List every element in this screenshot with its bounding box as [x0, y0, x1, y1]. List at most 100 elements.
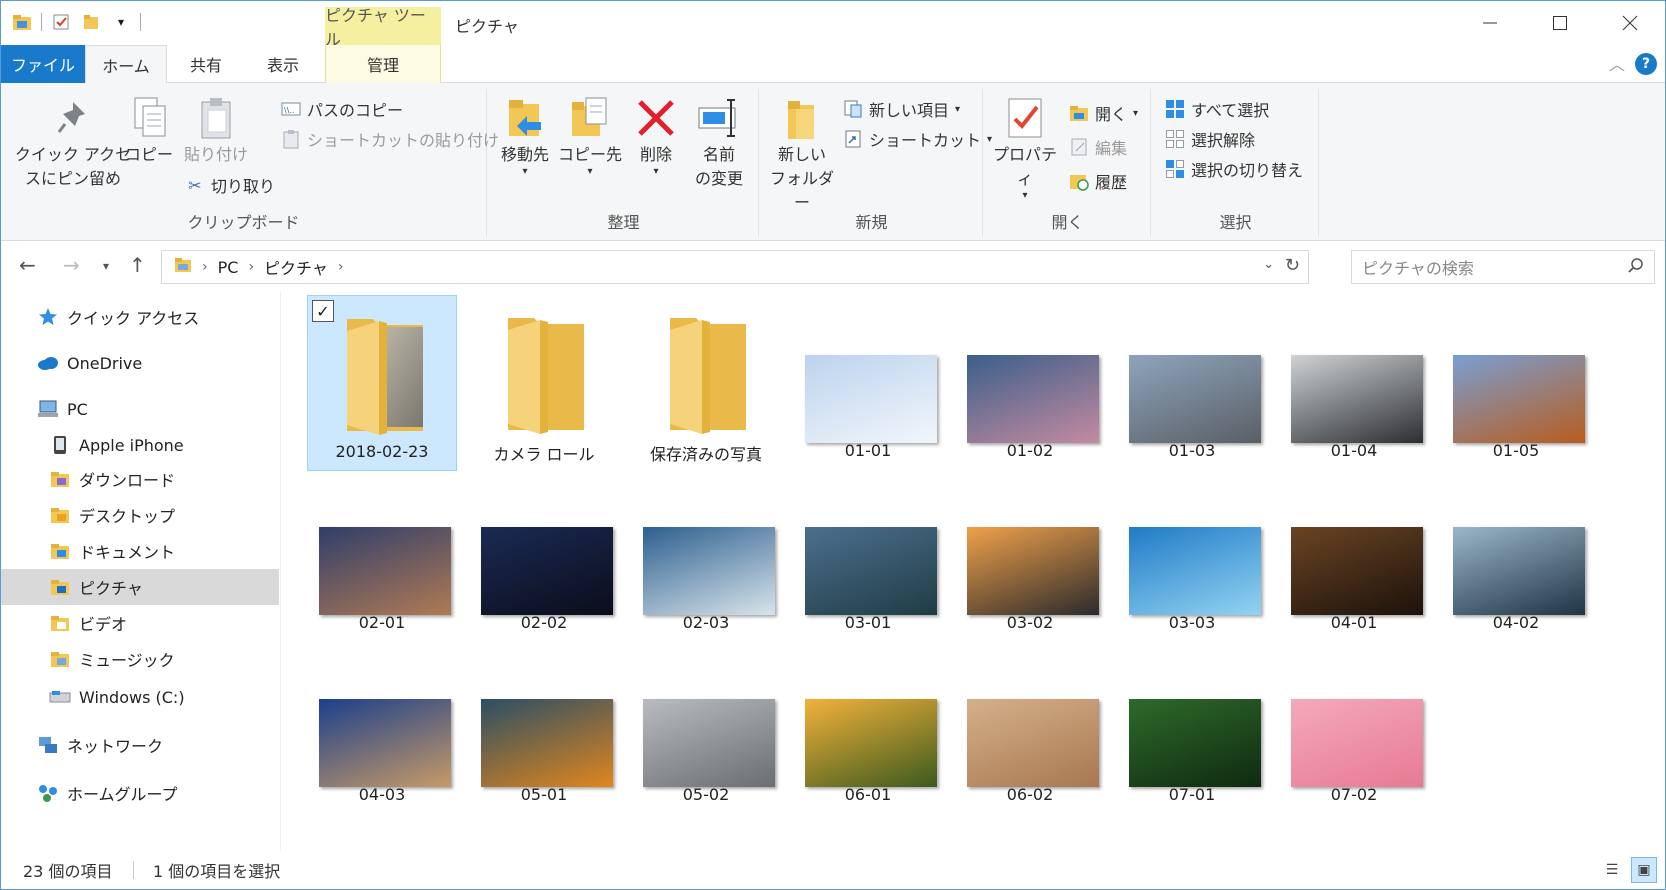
sidebar-item[interactable]: ビデオ — [1, 605, 279, 641]
breadcrumb-chevron-icon[interactable]: › — [248, 259, 254, 275]
image-item[interactable]: 03-02 — [955, 467, 1105, 643]
status-bar: 23 個の項目 1 個の項目を選択 ☰ ▣ — [1, 851, 1665, 889]
folder-item[interactable]: カメラ ロール — [469, 295, 619, 471]
sidebar-item[interactable]: ホームグループ — [1, 775, 279, 811]
sidebar-item[interactable]: PC — [1, 391, 279, 427]
minimize-button[interactable] — [1455, 1, 1525, 45]
sidebar-item-label: ドキュメント — [79, 543, 176, 562]
maximize-button[interactable] — [1525, 1, 1595, 45]
recent-locations-icon[interactable]: ▾ — [103, 259, 109, 273]
image-item[interactable]: 05-02 — [631, 639, 781, 815]
image-thumbnail — [643, 527, 775, 615]
image-item[interactable]: 02-02 — [469, 467, 619, 643]
select-none-button[interactable]: 選択解除 — [1165, 127, 1255, 151]
new-folder-icon[interactable] — [80, 11, 102, 33]
image-item[interactable]: 07-01 — [1117, 639, 1267, 815]
sidebar-item[interactable]: デスクトップ — [1, 497, 279, 533]
refresh-icon[interactable]: ↻ — [1285, 255, 1300, 276]
tab-share[interactable]: 共有 — [171, 45, 241, 83]
cut-button[interactable]: ✂ 切り取り — [185, 173, 275, 197]
image-item[interactable]: 04-03 — [307, 639, 457, 815]
image-item[interactable]: 07-02 — [1279, 639, 1429, 815]
pin-quick-access-button[interactable]: クイック アクセ スにピン留め — [11, 93, 135, 191]
rename-button[interactable]: 名前 の変更 — [685, 93, 753, 191]
sidebar-item[interactable]: ピクチャ — [1, 569, 279, 605]
sidebar-item[interactable]: クイック アクセス — [1, 299, 279, 335]
open-button[interactable]: 開く ▾ — [1069, 101, 1138, 125]
image-thumbnail — [1129, 527, 1261, 615]
image-item[interactable]: 01-04 — [1279, 295, 1429, 471]
sidebar-item[interactable]: ダウンロード — [1, 461, 279, 497]
delete-button[interactable]: 削除 ▾ — [631, 93, 681, 177]
forward-icon[interactable]: → — [63, 253, 80, 277]
search-input[interactable]: ピクチャの検索 — [1351, 250, 1655, 284]
back-icon[interactable]: ← — [19, 253, 36, 277]
sidebar-item[interactable]: ドキュメント — [1, 533, 279, 569]
tab-manage[interactable]: 管理 — [325, 45, 441, 83]
tab-file[interactable]: ファイル — [1, 45, 85, 83]
file-name: 03-03 — [1168, 613, 1216, 632]
history-button[interactable]: 履歴 — [1069, 169, 1127, 193]
sidebar-item[interactable]: OneDrive — [1, 345, 279, 381]
address-folder-icon — [174, 257, 192, 277]
address-dropdown-icon[interactable]: ⌄ — [1263, 257, 1274, 272]
paste-button[interactable]: 貼り付け — [181, 93, 251, 167]
close-button[interactable] — [1595, 1, 1665, 45]
image-item[interactable]: 02-03 — [631, 467, 781, 643]
copy-path-button[interactable]: \\.. パスのコピー — [281, 97, 403, 121]
folder-item[interactable]: ✓ 2018-02-23 — [307, 295, 457, 471]
up-icon[interactable]: ↑ — [129, 253, 146, 277]
help-icon[interactable]: ? — [1635, 53, 1657, 75]
computer-icon — [37, 398, 59, 420]
image-item[interactable]: 06-02 — [955, 639, 1105, 815]
properties-button[interactable]: プロパティ ▾ — [989, 93, 1061, 201]
select-all-button[interactable]: すべて選択 — [1165, 97, 1269, 121]
sidebar-item[interactable]: ミュージック — [1, 641, 279, 677]
breadcrumb-chevron-icon[interactable]: › — [338, 259, 344, 275]
tab-home[interactable]: ホーム — [85, 45, 167, 84]
file-name: 01-05 — [1492, 441, 1540, 460]
image-item[interactable]: 01-03 — [1117, 295, 1267, 471]
image-item[interactable]: 02-01 — [307, 467, 457, 643]
image-item[interactable]: 04-01 — [1279, 467, 1429, 643]
folder-item[interactable]: 保存済みの写真 — [631, 295, 781, 471]
copy-button[interactable]: コピー — [125, 93, 173, 167]
image-item[interactable]: 01-02 — [955, 295, 1105, 471]
breadcrumb-pc[interactable]: PC — [218, 258, 239, 277]
collapse-ribbon-icon[interactable]: ︿ — [1609, 51, 1625, 75]
sidebar-item[interactable]: Windows (C:) — [1, 679, 279, 715]
address-bar[interactable]: › PC › ピクチャ › ⌄ ↻ — [161, 250, 1309, 284]
properties-icon[interactable] — [50, 11, 72, 33]
image-item[interactable]: 06-01 — [793, 639, 943, 815]
new-item-button[interactable]: 新しい項目 ▾ — [843, 97, 960, 121]
sidebar-item[interactable]: ネットワーク — [1, 727, 279, 763]
selection-checkbox[interactable]: ✓ — [312, 300, 334, 322]
sidebar-item[interactable]: Apple iPhone — [1, 427, 279, 463]
image-item[interactable]: 01-01 — [793, 295, 943, 471]
folder-icon — [504, 310, 588, 434]
delete-dropdown-icon: ▾ — [653, 166, 659, 177]
cloud-icon — [37, 352, 59, 374]
breadcrumb-pictures[interactable]: ピクチャ — [264, 255, 328, 279]
details-view-icon[interactable]: ☰ — [1599, 857, 1625, 883]
copy-to-button[interactable]: コピー先 ▾ — [555, 93, 625, 177]
customize-dropdown-icon[interactable]: ▾ — [110, 11, 132, 33]
window-title: ピクチャ — [455, 17, 519, 36]
image-item[interactable]: 01-05 — [1441, 295, 1591, 471]
image-thumbnail — [319, 527, 451, 615]
divider — [41, 13, 42, 31]
image-item[interactable]: 03-03 — [1117, 467, 1267, 643]
move-to-button[interactable]: 移動先 ▾ — [493, 93, 557, 177]
shortcut-button[interactable]: ショートカット ▾ — [843, 127, 992, 151]
image-item[interactable]: 03-01 — [793, 467, 943, 643]
breadcrumb-chevron-icon[interactable]: › — [202, 259, 208, 275]
paste-shortcut-button[interactable]: ショートカットの貼り付け — [281, 127, 499, 151]
sidebar-item-label: ピクチャ — [79, 579, 143, 598]
tab-view[interactable]: 表示 — [247, 45, 319, 83]
invert-selection-button[interactable]: 選択の切り替え — [1165, 157, 1303, 181]
image-item[interactable]: 05-01 — [469, 639, 619, 815]
large-icons-view-icon[interactable]: ▣ — [1631, 857, 1657, 883]
new-folder-button[interactable]: 新しい フォルダー — [767, 93, 837, 215]
image-item[interactable]: 04-02 — [1441, 467, 1591, 643]
edit-button[interactable]: 編集 — [1069, 135, 1127, 159]
